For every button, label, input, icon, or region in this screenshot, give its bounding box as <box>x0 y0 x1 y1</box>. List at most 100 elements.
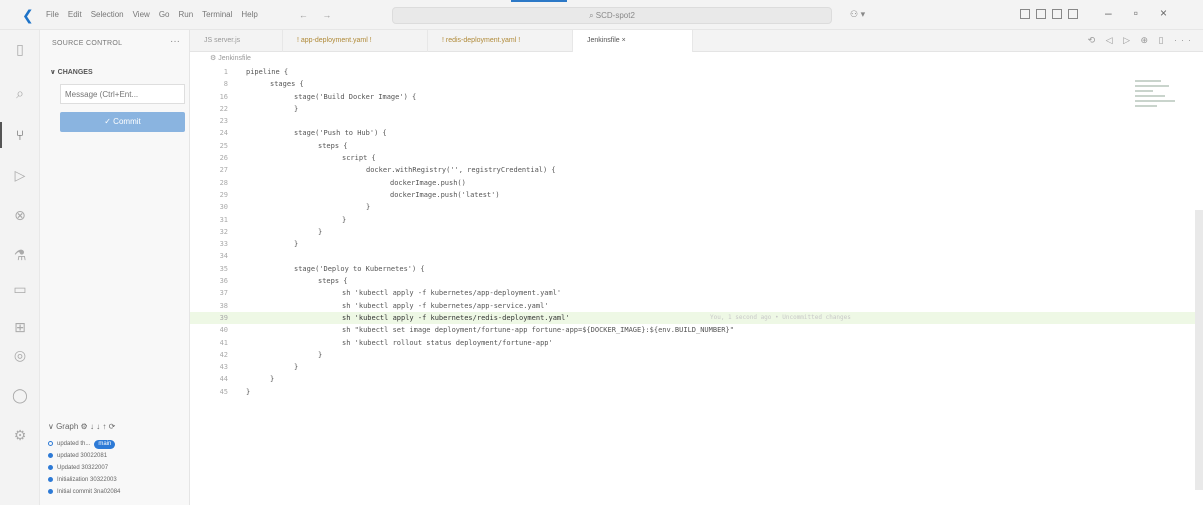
title-bar: ❮ File Edit Selection View Go Run Termin… <box>0 0 1203 30</box>
code-line[interactable]: 33} <box>190 238 1203 250</box>
line-number: 38 <box>219 301 228 310</box>
line-number: 24 <box>219 129 228 138</box>
menu-terminal[interactable]: Terminal <box>202 10 232 19</box>
code-text: script { <box>342 154 376 163</box>
code-line[interactable]: 28 dockerImage.push() <box>190 177 1203 189</box>
menu-edit[interactable]: Edit <box>68 10 82 19</box>
code-text: sh "kubectl set image deployment/fortune… <box>342 326 734 335</box>
line-number: 23 <box>219 117 228 126</box>
code-line[interactable]: 27 docker.withRegistry('', registryCreden… <box>190 164 1203 176</box>
graph-toolbar-icons[interactable]: ⚙ ↓ ↓ ↑ ⟳ <box>81 422 116 431</box>
menu-selection[interactable]: Selection <box>91 10 124 19</box>
code-line[interactable]: 16 stage('Build Docker Image') { <box>190 91 1203 103</box>
line-number: 43 <box>219 363 228 372</box>
tab-app-deployment[interactable]: ! app-deployment.yaml ! <box>283 30 428 52</box>
code-line[interactable]: 38 sh 'kubectl apply -f kubernetes/app-se… <box>190 300 1203 312</box>
code-line[interactable]: 22} <box>190 103 1203 115</box>
line-number: 1 <box>223 68 228 76</box>
toggle-primary-sidebar-icon[interactable] <box>1020 9 1030 19</box>
minimize-icon[interactable]: – <box>1105 6 1112 20</box>
code-line[interactable]: 29 dockerImage.push('latest') <box>190 189 1203 201</box>
code-line[interactable]: 30} <box>190 201 1203 213</box>
code-line[interactable]: 24 stage('Push to Hub') { <box>190 127 1203 139</box>
vertical-scrollbar[interactable] <box>1195 210 1203 490</box>
extensions-icon[interactable]: ⊞ <box>11 318 29 336</box>
code-editor[interactable]: 1 pipeline {8 stages {16 stage('Build Docke… <box>190 66 1203 505</box>
commit-button[interactable]: ✓ Commit <box>60 112 185 132</box>
code-line[interactable]: 36 steps { <box>190 275 1203 287</box>
changes-section-header[interactable]: ∨ CHANGES <box>50 68 93 76</box>
explorer-icon[interactable]: ▯ <box>11 40 29 58</box>
line-number: 32 <box>219 227 228 236</box>
toggle-panel-icon[interactable] <box>1036 9 1046 19</box>
graph-item[interactable]: Initial commit 3na02084 <box>48 486 188 498</box>
code-line[interactable]: 23 <box>190 115 1203 127</box>
menu-file[interactable]: File <box>46 10 59 19</box>
more-actions-icon[interactable]: ··· <box>170 36 180 47</box>
search-text: SCD-spot2 <box>595 11 635 20</box>
code-text: stage('Deploy to Kubernetes') { <box>294 264 425 273</box>
toggle-secondary-sidebar-icon[interactable] <box>1052 9 1062 19</box>
code-line[interactable]: 39 sh 'kubectl apply -f kubernetes/redis-… <box>190 311 1203 325</box>
tab-redis-deployment[interactable]: ! redis-deployment.yaml ! <box>428 30 573 52</box>
code-line[interactable]: 43} <box>190 361 1203 373</box>
graph-item[interactable]: Updated 30322007 <box>48 462 188 474</box>
menu-go[interactable]: Go <box>159 10 170 19</box>
settings-gear-icon[interactable]: ⚙ <box>11 426 29 444</box>
graph-item[interactable]: Initialization 30322003 <box>48 474 188 486</box>
line-number: 34 <box>219 252 228 261</box>
vscode-logo-icon: ❮ <box>22 6 34 23</box>
code-line[interactable]: 42} <box>190 349 1203 361</box>
source-control-icon[interactable]: ⑂ <box>0 122 29 148</box>
code-line[interactable]: 34 <box>190 250 1203 262</box>
code-line[interactable]: 31} <box>190 214 1203 226</box>
line-number: 30 <box>219 203 228 212</box>
tab-jenkinsfile[interactable]: Jenkinsfile × <box>573 30 693 52</box>
run-debug-icon[interactable]: ▷ <box>11 166 29 184</box>
graph-section-header[interactable]: ∨ Graph ⚙ ↓ ↓ ↑ ⟳ <box>48 422 115 431</box>
testing-icon[interactable]: ⚗ <box>11 246 29 264</box>
customize-layout-icon[interactable] <box>1068 9 1078 19</box>
code-line[interactable]: 44} <box>190 373 1203 385</box>
code-line[interactable]: 25 steps { <box>190 140 1203 152</box>
code-line[interactable]: 32} <box>190 226 1203 238</box>
code-text: } <box>318 350 323 359</box>
minimap[interactable] <box>1135 80 1180 130</box>
line-number: 36 <box>219 277 228 286</box>
graph-item[interactable]: updated 30022081 <box>48 450 188 462</box>
timeline-icon[interactable]: ◎ <box>11 346 29 364</box>
code-line[interactable]: 45} <box>190 386 1203 398</box>
accounts-icon[interactable]: ◯ <box>11 386 29 404</box>
copilot-icon[interactable]: ⚇ ▾ <box>850 9 865 20</box>
code-text: stage('Build Docker Image') { <box>294 92 417 101</box>
maximize-icon[interactable]: ▫ <box>1134 6 1138 20</box>
code-line[interactable]: 1 pipeline { <box>190 66 1203 78</box>
breadcrumb[interactable]: ⚙ Jenkinsfile <box>210 54 251 62</box>
graph-item[interactable]: updated th... main <box>48 438 188 450</box>
menu-run[interactable]: Run <box>178 10 193 19</box>
commit-message-input[interactable] <box>60 84 185 104</box>
tab-server-js[interactable]: JS server.js <box>190 30 283 52</box>
command-center-search[interactable]: ⌕ SCD-spot2 <box>392 0 832 24</box>
docker-icon[interactable]: ▭ <box>11 280 29 298</box>
code-line[interactable]: 41 sh 'kubectl rollout status deployment/… <box>190 337 1203 349</box>
search-view-icon[interactable]: ⌕ <box>11 84 29 102</box>
code-line[interactable]: 37 sh 'kubectl apply -f kubernetes/app-de… <box>190 287 1203 299</box>
code-text: steps { <box>318 141 348 150</box>
remote-explorer-icon[interactable]: ⊗ <box>11 206 29 224</box>
commit-graph: updated th... main updated 30022081 Updat… <box>48 438 188 498</box>
code-line[interactable]: 40 sh "kubectl set image deployment/fortu… <box>190 324 1203 336</box>
editor-actions-icons[interactable]: ⟲ ◁ ▷ ⊕ ▯ ··· <box>1088 35 1195 46</box>
file-icon: ⚙ <box>210 55 219 62</box>
close-tab-icon[interactable]: × <box>622 37 626 44</box>
menu-view[interactable]: View <box>133 10 150 19</box>
nav-arrows-icon[interactable]: ← → <box>299 10 338 20</box>
code-line[interactable]: 26 script { <box>190 152 1203 164</box>
menu-help[interactable]: Help <box>241 10 257 19</box>
line-number: 42 <box>219 350 228 359</box>
close-window-icon[interactable]: × <box>1160 6 1167 20</box>
code-line[interactable]: 8 stages { <box>190 78 1203 90</box>
code-text: } <box>366 203 371 212</box>
line-number: 29 <box>219 190 228 199</box>
code-line[interactable]: 35 stage('Deploy to Kubernetes') { <box>190 263 1203 275</box>
